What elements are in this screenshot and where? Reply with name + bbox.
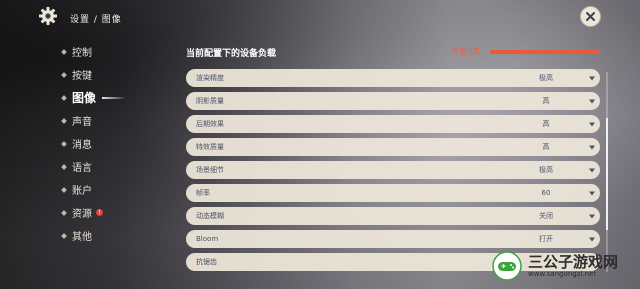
- setting-label: Bloom: [196, 235, 219, 243]
- setting-label: 特效质量: [196, 143, 224, 151]
- sidebar-item-label: 声音: [72, 117, 92, 128]
- device-load-title: 当前配置下的设备负载: [186, 48, 277, 59]
- chevron-down-icon: [589, 168, 595, 173]
- sidebar-item-label: 语言: [72, 163, 92, 174]
- setting-render-resolution[interactable]: 渲染精度 极高: [186, 69, 600, 87]
- sidebar-item-other[interactable]: 其他: [61, 224, 142, 247]
- chevron-down-icon: [589, 145, 595, 150]
- sidebar-item-graphics[interactable]: 图像: [61, 86, 142, 109]
- device-load-row: 当前配置下的设备负载 严重过高: [186, 44, 600, 60]
- setting-value: 极高: [539, 74, 553, 82]
- setting-value: 打开: [539, 235, 553, 243]
- gamepad-logo-icon: [492, 251, 522, 281]
- chevron-down-icon: [589, 99, 595, 104]
- bullet-icon: [61, 94, 67, 101]
- close-icon: [586, 12, 595, 21]
- watermark-url: www.sangongzi.net: [528, 269, 597, 278]
- chevron-down-icon: [589, 122, 595, 127]
- setting-value: 高: [542, 97, 550, 105]
- setting-scene-detail[interactable]: 场景细节 极高: [186, 161, 600, 179]
- setting-value: 60: [541, 189, 551, 197]
- sidebar-item-controls[interactable]: 控制: [61, 40, 142, 63]
- header: 设置 / 图像: [38, 6, 122, 30]
- bullet-icon: [61, 209, 67, 216]
- setting-label: 场景细节: [196, 166, 224, 174]
- setting-value: 极高: [539, 166, 553, 174]
- scrollbar-thumb[interactable]: [606, 118, 608, 230]
- chevron-down-icon: [589, 237, 595, 242]
- watermark-name: 三公子游戏网: [528, 252, 619, 271]
- close-button[interactable]: [580, 6, 601, 27]
- bullet-icon: [61, 48, 67, 55]
- sidebar-item-label: 图像: [72, 91, 97, 105]
- site-watermark: 三公子游戏网 www.sangongzi.net: [492, 246, 638, 286]
- setting-label: 抗锯齿: [196, 258, 217, 266]
- device-load-status: 严重过高: [452, 48, 480, 56]
- sidebar-item-audio[interactable]: 声音: [61, 109, 142, 132]
- bullet-icon: [61, 232, 67, 239]
- sidebar-item-language[interactable]: 语言: [61, 155, 142, 178]
- setting-label: 阴影质量: [196, 97, 224, 105]
- chevron-down-icon: [589, 191, 595, 196]
- device-load-bar: [490, 50, 600, 54]
- gear-icon: [38, 6, 58, 30]
- chevron-down-icon: [589, 214, 595, 219]
- setting-value: 关闭: [539, 212, 553, 220]
- setting-label: 渲染精度: [196, 74, 224, 82]
- setting-motion-blur[interactable]: 动态模糊 关闭: [186, 207, 600, 225]
- setting-label: 帧率: [196, 189, 210, 197]
- chevron-down-icon: [589, 76, 595, 81]
- sidebar-item-label: 按键: [72, 71, 92, 82]
- sidebar-item-label: 其他: [72, 232, 92, 243]
- sidebar-item-label: 消息: [72, 140, 92, 151]
- bullet-icon: [61, 117, 67, 124]
- setting-frame-rate[interactable]: 帧率 60: [186, 184, 600, 202]
- setting-label: 后期效果: [196, 120, 224, 128]
- bullet-icon: [61, 140, 67, 147]
- sidebar-item-resources[interactable]: 资源!: [61, 201, 142, 224]
- sidebar-item-keys[interactable]: 按键: [61, 63, 142, 86]
- sidebar: 控制 按键 图像 声音 消息 语言 账户 资源! 其他: [61, 40, 142, 247]
- setting-effects-quality[interactable]: 特效质量 高: [186, 138, 600, 156]
- settings-list: 渲染精度 极高 阴影质量高 后期效果高 特效质量高 场景细节 极高 帧率 60 动态模…: [186, 69, 600, 276]
- setting-label: 动态模糊: [196, 212, 224, 220]
- sidebar-item-messages[interactable]: 消息: [61, 132, 142, 155]
- bullet-icon: [61, 186, 67, 193]
- bullet-icon: [61, 71, 67, 78]
- setting-value: 高: [542, 143, 550, 151]
- setting-shadow-quality[interactable]: 阴影质量 高: [186, 92, 600, 110]
- setting-post-processing[interactable]: 后期效果 高: [186, 115, 600, 133]
- sidebar-item-label: 控制: [72, 48, 92, 59]
- sidebar-item-label: 资源: [72, 209, 92, 220]
- active-indicator: [102, 97, 126, 99]
- setting-value: 高: [542, 120, 550, 128]
- alert-badge: !: [96, 209, 103, 216]
- bullet-icon: [61, 163, 67, 170]
- breadcrumb: 设置 / 图像: [70, 14, 122, 25]
- sidebar-item-label: 账户: [72, 186, 92, 197]
- sidebar-item-account[interactable]: 账户: [61, 178, 142, 201]
